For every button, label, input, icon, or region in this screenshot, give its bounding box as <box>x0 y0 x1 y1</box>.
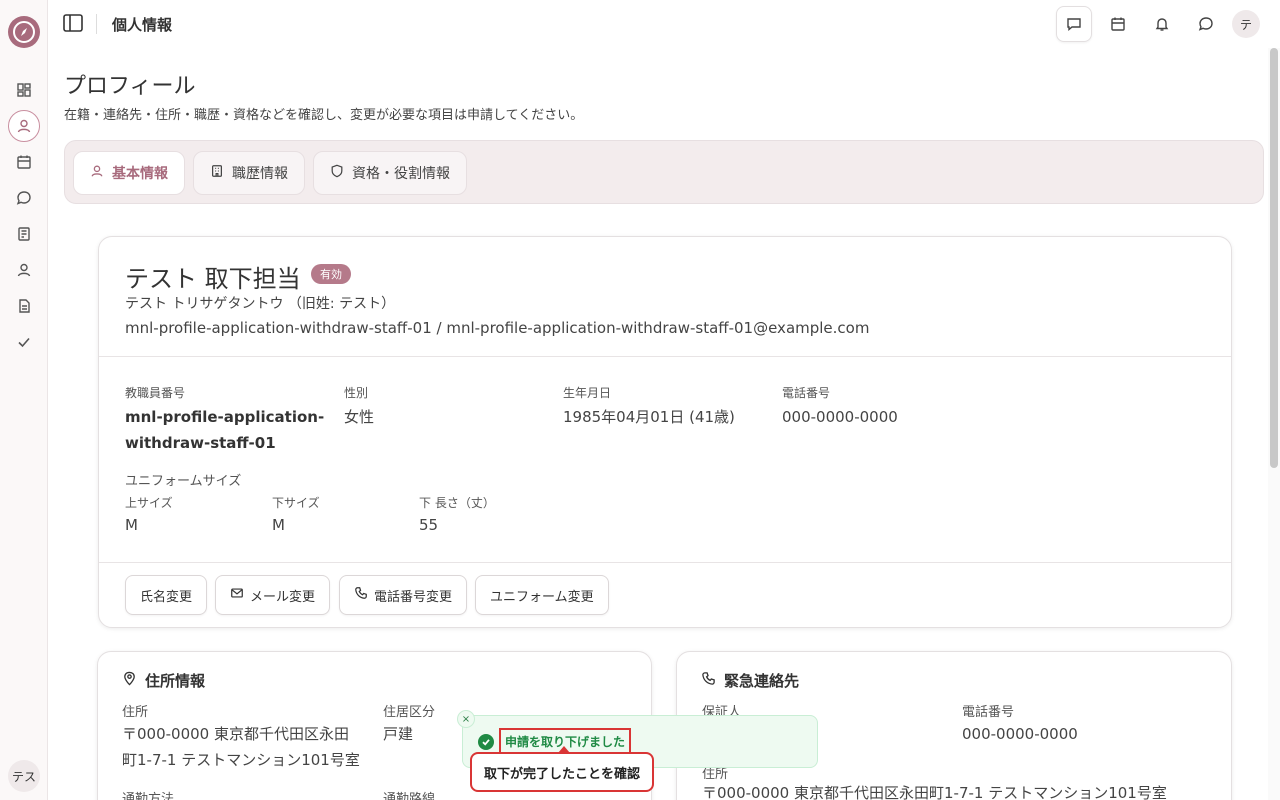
address-value-line1: 〒000-0000 東京都千代田区永田 <box>122 725 349 743</box>
tab-basic-info[interactable]: 基本情報 <box>73 151 185 195</box>
check-circle-icon <box>478 734 494 750</box>
address-card-title: 住所情報 <box>145 672 206 690</box>
birthdate-label: 生年月日 <box>563 386 612 400</box>
commute-method-label: 通勤方法 <box>122 792 175 800</box>
map-pin-icon <box>122 671 137 690</box>
tab-qualification-info[interactable]: 資格・役割情報 <box>313 151 467 195</box>
user-avatar-button[interactable]: テ <box>1232 10 1260 38</box>
tab-career-info[interactable]: 職歴情報 <box>193 151 305 195</box>
birthdate-value: 1985年04月01日 (41歳) <box>563 408 735 426</box>
tab-label: 職歴情報 <box>232 166 288 182</box>
tab-label: 基本情報 <box>112 166 168 182</box>
check-nav-icon[interactable] <box>12 330 36 354</box>
profile-card: テスト 取下担当 有効 テスト トリサゲタントウ （旧姓: テスト） mnl-p… <box>98 236 1232 628</box>
phone-change-button[interactable]: 電話番号変更 <box>339 575 468 615</box>
uniform-length-label: 下 長さ（丈） <box>419 496 495 510</box>
calendar-button[interactable] <box>1100 6 1136 42</box>
profile-nav-icon[interactable] <box>8 110 40 142</box>
emergency-address-value: 〒000-0000 東京都千代田区永田町1-7-1 テストマンション101号室 <box>702 784 1167 800</box>
emergency-card-title: 緊急連絡先 <box>724 672 800 690</box>
uniform-bottom-label: 下サイズ <box>272 496 320 510</box>
gender-value: 女性 <box>344 408 375 426</box>
notification-bell-button[interactable] <box>1144 6 1180 42</box>
profile-name: テスト 取下担当 <box>125 265 301 293</box>
status-badge: 有効 <box>311 264 351 284</box>
profile-kana-name: テスト トリサゲタントウ （旧姓: テスト） <box>125 296 396 312</box>
document-nav-icon[interactable] <box>12 294 36 318</box>
address-value-line2: 町1-7-1 テストマンション101号室 <box>122 751 360 769</box>
residence-type-label: 住居区分 <box>383 705 436 720</box>
gender-label: 性別 <box>344 386 369 400</box>
scrollbar-thumb[interactable] <box>1270 48 1278 468</box>
phone-icon <box>354 586 368 604</box>
topbar-divider <box>96 14 97 34</box>
uniform-change-button[interactable]: ユニフォーム変更 <box>475 575 609 615</box>
message-button[interactable] <box>1056 6 1092 42</box>
chat-button[interactable] <box>1188 6 1224 42</box>
staff-number-value-line1: mnl-profile-application- <box>125 408 325 426</box>
emergency-phone-value: 000-0000-0000 <box>962 725 1078 743</box>
uniform-length-value: 55 <box>419 516 439 534</box>
page-header-title: 個人情報 <box>112 16 173 34</box>
button-label: ユニフォーム変更 <box>490 589 594 605</box>
user-icon <box>90 164 104 182</box>
button-label: メール変更 <box>250 589 316 605</box>
profile-tabs: 基本情報 職歴情報 資格・役割情報 <box>64 140 1264 204</box>
page-title: プロフィール <box>64 74 196 99</box>
chat-nav-icon[interactable] <box>12 186 36 210</box>
residence-type-value: 戸建 <box>383 725 414 743</box>
name-change-button[interactable]: 氏名変更 <box>125 575 208 615</box>
calendar-nav-icon[interactable] <box>12 150 36 174</box>
sidebar-user-avatar[interactable]: テス <box>8 760 40 792</box>
page-description: 在籍・連絡先・住所・職歴・資格などを確認し、変更が必要な項目は申請してください。 <box>64 108 584 123</box>
sidebar: テス <box>0 0 48 800</box>
emergency-phone-label: 電話番号 <box>962 705 1015 720</box>
address-card-header: 住所情報 <box>122 670 205 691</box>
annotation-callout: 取下が完了したことを確認 <box>470 752 655 792</box>
uniform-section-label: ユニフォームサイズ <box>125 474 242 489</box>
uniform-top-value: M <box>125 516 138 534</box>
commute-route-label: 通勤路線 <box>383 792 436 800</box>
staff-number-value-line2: withdraw-staff-01 <box>125 434 276 452</box>
uniform-bottom-value: M <box>272 516 285 534</box>
sidebar-toggle-icon[interactable] <box>62 12 86 36</box>
user-nav-icon[interactable] <box>12 258 36 282</box>
address-label: 住所 <box>122 705 149 720</box>
mail-icon <box>230 586 244 604</box>
tab-label: 資格・役割情報 <box>352 166 450 182</box>
profile-login-ids: mnl-profile-application-withdraw-staff-0… <box>125 319 870 337</box>
emergency-card-header: 緊急連絡先 <box>701 670 799 691</box>
notebook-nav-icon[interactable] <box>12 222 36 246</box>
uniform-top-label: 上サイズ <box>125 496 173 510</box>
button-label: 電話番号変更 <box>374 589 453 605</box>
button-label: 氏名変更 <box>140 589 193 605</box>
topbar: 個人情報 テ <box>48 0 1280 48</box>
staff-number-label: 教職員番号 <box>125 386 186 400</box>
page-scrollbar[interactable] <box>1268 48 1280 800</box>
building-icon <box>210 164 224 182</box>
divider <box>99 356 1231 357</box>
phone-label: 電話番号 <box>782 386 831 400</box>
mail-change-button[interactable]: メール変更 <box>215 575 331 615</box>
shield-icon <box>330 164 344 182</box>
phone-icon <box>701 671 716 690</box>
dashboard-icon[interactable] <box>12 78 36 102</box>
divider <box>99 562 1231 563</box>
toast-close-button[interactable]: × <box>457 710 475 728</box>
app-logo-icon[interactable] <box>8 16 40 48</box>
phone-value: 000-0000-0000 <box>782 408 898 426</box>
